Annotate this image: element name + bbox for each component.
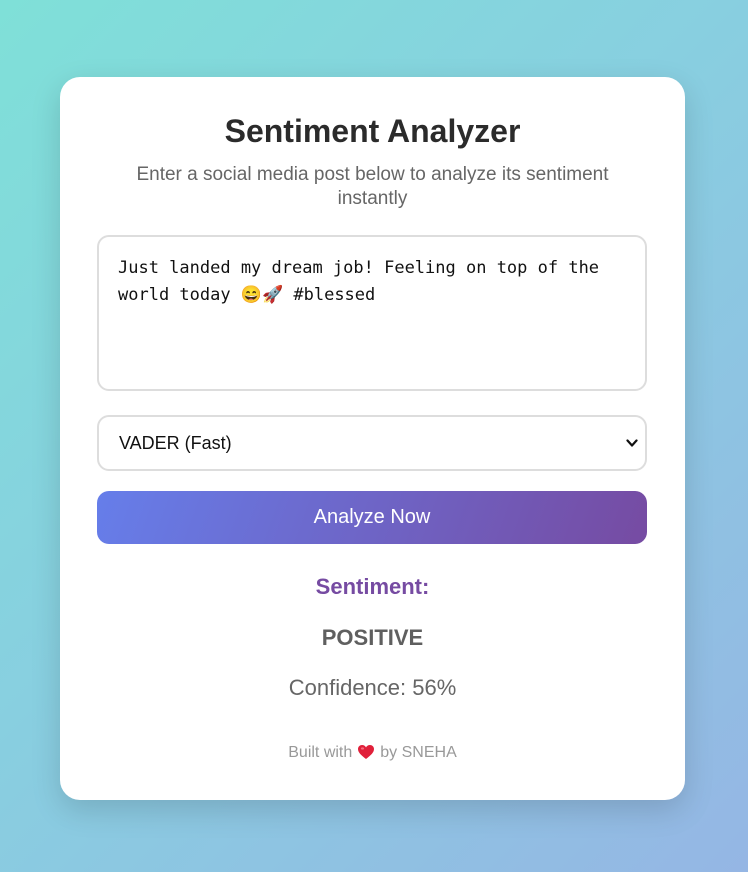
page-subtitle: Enter a social media post below to analy… xyxy=(136,164,609,209)
model-select-value: VADER (Fast) xyxy=(119,433,232,453)
heart-icon xyxy=(358,745,375,759)
analyze-button[interactable]: Analyze Now xyxy=(97,491,647,544)
footer-built-with: Built with xyxy=(288,744,353,761)
model-select[interactable]: VADER (Fast) xyxy=(97,415,647,471)
footer-author: by SNEHA xyxy=(380,744,457,761)
analyzer-card: Sentiment Analyzer Enter a social media … xyxy=(60,77,685,800)
footer: Built with by SNEHA xyxy=(60,744,685,762)
sentiment-label: Sentiment: xyxy=(315,574,430,599)
page-title: Sentiment Analyzer xyxy=(224,113,521,149)
post-textarea[interactable]: Just landed my dream job! Feeling on top… xyxy=(97,235,647,391)
sentiment-value: POSITIVE xyxy=(321,625,424,650)
confidence-text: Confidence: 56% xyxy=(288,675,457,700)
chevron-down-icon xyxy=(626,439,638,447)
